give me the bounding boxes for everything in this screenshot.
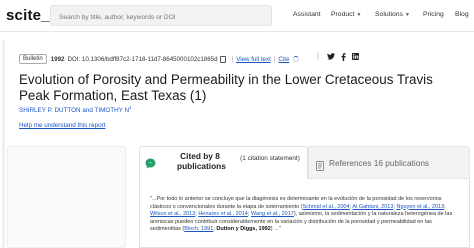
left-sidebar-panel (7, 146, 126, 248)
reference-link[interactable]: Henares et al., 2014 (198, 211, 248, 217)
search-box[interactable] (50, 5, 272, 27)
tab-cited-by[interactable]: “ Cited by 8 publications (1 citation st… (139, 146, 308, 179)
view-full-text-link[interactable]: View full text (236, 56, 271, 63)
nav-solutions-label: Solutions (375, 11, 403, 18)
chevron-down-icon: ▼ (404, 11, 410, 18)
reference-link[interactable]: Bloch, 1991 (184, 226, 213, 232)
nav-solutions[interactable]: Solutions ▼ (375, 11, 410, 18)
publication-type-badge: Bulletin (19, 54, 47, 64)
nav-product-label: Product (331, 11, 355, 18)
excerpt-separator: ; (444, 203, 446, 210)
nav-blog-label: Blog (455, 11, 469, 18)
scite-logo[interactable]: scite_ (6, 7, 50, 24)
references-list-icon (316, 158, 325, 176)
help-understand-report-link[interactable]: Help me understand this report (19, 122, 105, 129)
divider: | (231, 55, 234, 63)
linkedin-icon[interactable] (352, 53, 359, 60)
reference-link[interactable]: Nguyen et al., 2013 (396, 204, 444, 210)
divider: | (273, 55, 276, 63)
references-count: References 16 publications (329, 158, 430, 168)
excerpt-close: ) ..." (270, 226, 281, 233)
citation-statement-count: (1 citation statement) (240, 155, 300, 162)
copy-icon[interactable] (219, 55, 226, 63)
citation-excerpt: "...Por todo lo anterior se concluye que… (150, 196, 458, 234)
publication-year: 1992 (50, 55, 65, 63)
search-input[interactable] (51, 8, 271, 27)
share-divider: | (317, 53, 319, 60)
left-edge-panel (2, 40, 5, 248)
tab-references[interactable]: References 16 publications (308, 146, 470, 179)
reference-link[interactable]: Schmid et al., 2004 (303, 204, 350, 210)
nav-blog[interactable]: Blog (455, 11, 469, 18)
cited-by-count: Cited by 8 publications (177, 151, 226, 171)
reference-link[interactable]: Wilson et al., 2013 (150, 211, 195, 217)
loading-spinner-icon (293, 56, 300, 62)
chevron-down-icon: ▼ (356, 11, 362, 18)
nav-pricing[interactable]: Pricing (423, 11, 444, 18)
reference-link[interactable]: Wang et al., 2017 (251, 211, 294, 217)
article-meta-row: Bulletin 1992 DOI: 10.1306/bdff87c2-1718… (19, 54, 300, 64)
author-count-superscript: 1 (129, 105, 132, 110)
authors-names[interactable]: SHIRLEY P. DUTTON and TIMOTHY N (19, 107, 129, 114)
doi-text: DOI: 10.1306/bdff87c2-1718-11d7-86450001… (67, 55, 218, 63)
cite-link[interactable]: Cite (278, 56, 289, 63)
citation-tabs: “ Cited by 8 publications (1 citation st… (139, 146, 470, 179)
svg-text:“: “ (149, 161, 151, 166)
nav-assistant[interactable]: Assistant (293, 11, 321, 18)
reference-link[interactable]: Al Gahtani, 2013 (352, 204, 393, 210)
quote-bubble-icon: “ (145, 156, 156, 174)
nav-pricing-label: Pricing (423, 11, 444, 18)
nav-product[interactable]: Product ▼ (331, 11, 361, 18)
cited-reference-highlight: Dutton y Diggs, 1992 (216, 226, 271, 233)
nav-assistant-label: Assistant (293, 11, 321, 18)
facebook-icon[interactable] (341, 53, 346, 61)
twitter-icon[interactable] (327, 53, 335, 60)
top-navigation-bar: scite_ Assistant Product▼ Solutions▼ Pri… (0, 0, 474, 32)
article-title: Evolution of Porosity and Permeability i… (19, 72, 433, 103)
authors-line[interactable]: SHIRLEY P. DUTTON and TIMOTHY N1 (19, 105, 132, 114)
